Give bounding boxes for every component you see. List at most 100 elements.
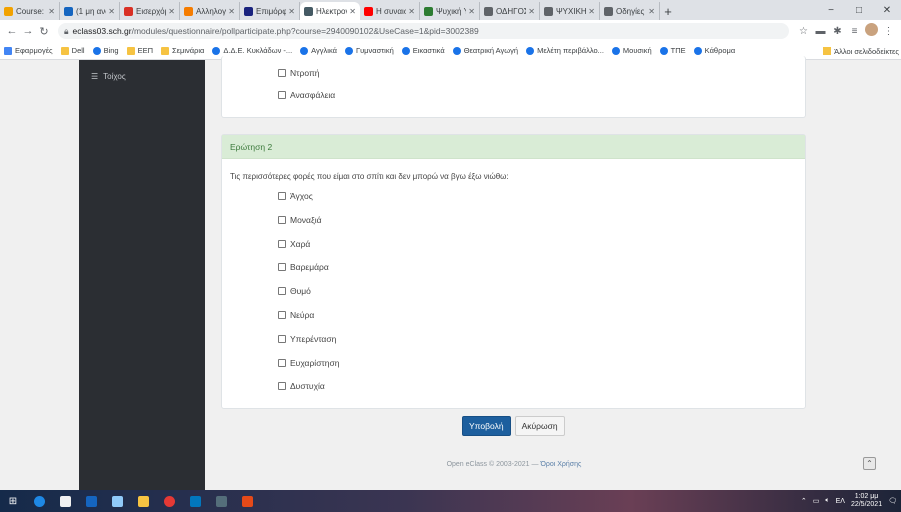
answer-option[interactable]: Βαρεμάρα xyxy=(278,262,329,272)
mail-icon[interactable] xyxy=(104,490,130,512)
bookmark-item[interactable]: Εφαρμογές xyxy=(4,46,53,55)
bookmark-item[interactable]: Γυμναστική xyxy=(344,46,394,55)
submit-button[interactable]: Υποβολή xyxy=(462,416,511,436)
bookmark-item[interactable]: Σεμινάρια xyxy=(161,46,204,55)
checkbox[interactable] xyxy=(278,239,286,248)
browser-tab[interactable]: Εισερχόμ ✕ xyxy=(120,2,180,20)
checkbox[interactable] xyxy=(278,192,286,200)
option-label: Βαρεμάρα xyxy=(290,262,329,273)
option-label: Χαρά xyxy=(290,238,311,249)
answer-option[interactable]: Ευχαρίστηση xyxy=(278,358,340,368)
bookmark-item[interactable]: Θεατρική Αγωγή xyxy=(452,46,518,55)
browser-tab[interactable]: Ηλεκτρον ✕ xyxy=(300,2,360,20)
bookmark-item[interactable]: ΕΕΠ xyxy=(126,46,153,55)
browser-tab[interactable]: Course: Σχ✕ xyxy=(0,2,60,20)
battery-icon[interactable]: ▭ xyxy=(813,497,820,505)
checkbox[interactable] xyxy=(278,69,286,77)
bookmark-item[interactable]: ΤΠΕ xyxy=(659,46,686,55)
answer-option[interactable]: Ανασφάλεια xyxy=(278,90,335,100)
folder-icon xyxy=(161,46,170,55)
bookmark-item[interactable]: Κάθρομα xyxy=(693,46,735,55)
tab-close-icon[interactable]: ✕ xyxy=(168,7,175,16)
forward-icon[interactable]: → xyxy=(20,25,36,37)
reload-icon[interactable]: ↻ xyxy=(36,25,52,38)
checkbox[interactable] xyxy=(278,287,286,296)
new-tab-button[interactable]: + xyxy=(660,2,676,20)
file-explorer-icon[interactable] xyxy=(78,490,104,512)
tab-close-icon[interactable]: ✕ xyxy=(48,7,55,16)
edge-icon[interactable] xyxy=(26,490,52,512)
chrome-icon[interactable] xyxy=(156,490,182,512)
checkbox[interactable] xyxy=(278,358,286,367)
terms-link[interactable]: Όροι Χρήσης xyxy=(540,461,581,468)
browser-tab[interactable]: ΟΔΗΓΟΣ Γ✕ xyxy=(480,2,540,20)
tab-close-icon[interactable]: ✕ xyxy=(588,7,595,16)
tab-close-icon[interactable]: ✕ xyxy=(288,7,295,16)
bookmark-item[interactable]: Αγγλικά xyxy=(300,46,337,55)
store-icon[interactable] xyxy=(52,490,78,512)
answer-option[interactable]: Νεύρα xyxy=(278,310,314,320)
office-icon[interactable] xyxy=(234,490,260,512)
browser-tab[interactable]: (1 μη ανα✕ xyxy=(60,2,120,20)
globe-icon xyxy=(611,46,620,55)
reading-list-icon[interactable]: ≡ xyxy=(846,26,863,37)
minimize-button[interactable]: − xyxy=(817,5,845,16)
folder-icon[interactable] xyxy=(130,490,156,512)
notifications-icon[interactable]: 🗨︎ xyxy=(888,497,897,505)
checkbox[interactable] xyxy=(278,215,286,224)
tab-close-icon[interactable]: ✕ xyxy=(108,7,115,16)
browser-tab[interactable]: Επιμόρφ ✕ xyxy=(240,2,300,20)
profile-avatar[interactable] xyxy=(863,23,880,39)
browser-tab[interactable]: ΨΥΧΙΚΗ Δ✕ xyxy=(540,2,600,20)
answer-option[interactable]: Δυστυχία xyxy=(278,381,325,391)
answer-option[interactable]: Μοναξιά xyxy=(278,215,322,225)
answer-option[interactable]: Χαρά xyxy=(278,239,310,249)
language-indicator[interactable]: ΕΛ xyxy=(836,498,845,505)
tab-close-icon[interactable]: ✕ xyxy=(408,7,415,16)
browser-tab[interactable]: Ψυχική Υγ✕ xyxy=(420,2,480,20)
other-bookmarks[interactable]: Άλλοι σελιδοδείκτες xyxy=(823,42,899,60)
chevron-up-icon[interactable]: ⌃ xyxy=(801,497,807,505)
bookmark-item[interactable]: Bing xyxy=(92,46,119,55)
cancel-button[interactable]: Ακύρωση xyxy=(514,416,565,436)
maximize-button[interactable]: □ xyxy=(845,5,873,16)
checkbox[interactable] xyxy=(278,334,286,343)
browser-tab[interactable]: Οδηγίες γ✕ xyxy=(600,2,660,20)
bookmark-item[interactable]: Μουσική xyxy=(611,46,652,55)
answer-option[interactable]: Άγχος xyxy=(278,191,313,201)
browser-tab[interactable]: Η συναισθ✕ xyxy=(360,2,420,20)
tab-close-icon[interactable]: ✕ xyxy=(528,7,535,16)
bookmark-item[interactable]: Μελέτη περιβάλλο... xyxy=(526,46,604,55)
extension-icon[interactable]: ▬ xyxy=(812,26,829,37)
checkbox[interactable] xyxy=(278,263,286,272)
checkbox[interactable] xyxy=(278,311,286,319)
back-icon[interactable]: ← xyxy=(4,25,20,37)
photos-icon[interactable] xyxy=(182,490,208,512)
answer-option[interactable]: Θυμό xyxy=(278,286,311,296)
url-input[interactable]: 🔒︎ eclass03.sch.gr/modules/questionnaire… xyxy=(58,23,789,39)
sidebar-item-wall[interactable]: ☰ Τοίχος xyxy=(91,72,126,81)
tab-close-icon[interactable]: ✕ xyxy=(349,7,356,16)
bookmark-item[interactable]: Dell xyxy=(60,46,85,55)
start-icon[interactable]: ⊞ xyxy=(0,490,26,512)
checkbox[interactable] xyxy=(278,91,286,99)
star-icon[interactable]: ☆ xyxy=(795,26,812,37)
clock[interactable]: 1:02 μμ 22/5/2021 xyxy=(851,493,882,509)
tab-close-icon[interactable]: ✕ xyxy=(228,7,235,16)
menu-icon[interactable]: ⋮ xyxy=(880,26,897,37)
tab-close-icon[interactable]: ✕ xyxy=(648,7,655,16)
answer-option[interactable]: Ντροπή xyxy=(278,68,320,78)
tab-close-icon[interactable]: ✕ xyxy=(468,7,475,16)
volume-icon[interactable]: 🔈︎ xyxy=(825,497,829,505)
checkbox[interactable] xyxy=(278,382,286,391)
puzzle-icon[interactable]: ✱ xyxy=(829,26,846,37)
scroll-to-top-icon[interactable]: ⌃ xyxy=(863,457,876,470)
calculator-icon[interactable] xyxy=(208,490,234,512)
bookmark-item[interactable]: Εικαστικά xyxy=(401,46,445,55)
bookmark-item[interactable]: Δ.Δ.Ε. Κυκλάδων -... xyxy=(212,46,292,55)
close-button[interactable]: ✕ xyxy=(873,5,901,16)
answer-option[interactable]: Υπερένταση xyxy=(278,334,336,344)
question-text: Τις περισσότερες φορές που είμαι στο σπί… xyxy=(230,172,509,181)
bookmark-label: ΤΠΕ xyxy=(670,46,686,55)
browser-tab[interactable]: Αλληλογρ✕ xyxy=(180,2,240,20)
